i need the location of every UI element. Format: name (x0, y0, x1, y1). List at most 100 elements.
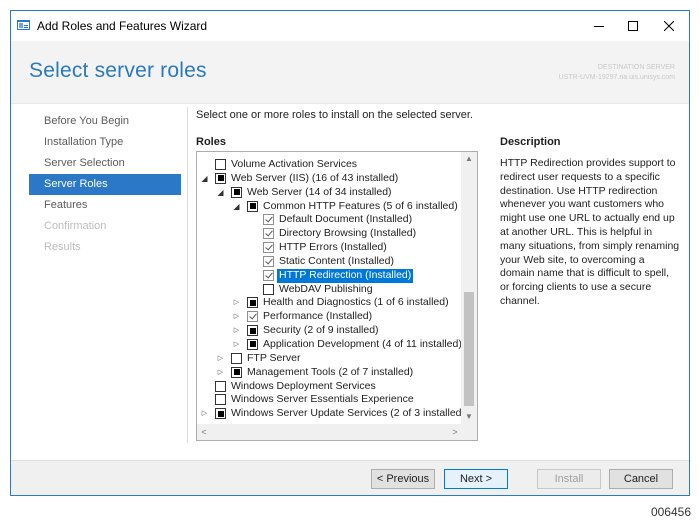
role-checkbox[interactable] (263, 214, 274, 226)
role-row[interactable]: ▷ Health and Diagnostics (1 of 6 installe… (197, 296, 462, 310)
window-title: Add Roles and Features Wizard (37, 19, 208, 33)
expand-arrow-icon[interactable]: ▷ (200, 409, 209, 418)
role-row[interactable]: ▷ Windows Server Update Services (2 of 3 … (197, 407, 462, 421)
close-button[interactable] (647, 11, 691, 41)
role-label[interactable]: Windows Server Essentials Experience (231, 393, 414, 407)
server-manager-icon (17, 20, 30, 30)
roles-heading: Roles (196, 136, 226, 148)
role-label[interactable]: WebDAV Publishing (279, 283, 373, 297)
collapse-arrow-icon[interactable]: ◢ (232, 202, 241, 211)
role-row[interactable]: ▷ Management Tools (2 of 7 installed) (197, 366, 462, 380)
role-label[interactable]: Default Document (Installed) (279, 213, 412, 227)
nav-item-server-roles[interactable]: Server Roles (29, 174, 181, 195)
horizontal-scrollbar[interactable]: < > (197, 424, 462, 440)
title-bar[interactable]: Add Roles and Features Wizard (11, 11, 689, 41)
roles-tree[interactable]: Volume Activation Services ◢ Web Server (I… (196, 151, 478, 441)
expand-arrow-icon[interactable]: ▷ (232, 326, 241, 335)
destination-label: DESTINATION SERVER (597, 64, 675, 71)
role-label[interactable]: Performance (Installed) (263, 310, 372, 324)
collapse-arrow-icon[interactable]: ◢ (200, 174, 209, 183)
role-row[interactable]: Windows Server Essentials Experience (197, 393, 462, 407)
scroll-left-icon[interactable]: < (197, 424, 211, 440)
scroll-right-icon[interactable]: > (448, 424, 462, 440)
role-label[interactable]: Application Development (4 of 11 install… (263, 338, 462, 352)
role-label[interactable]: Volume Activation Services (231, 158, 357, 172)
role-row[interactable]: ◢ Web Server (IIS) (16 of 43 installed) (197, 172, 462, 186)
role-label[interactable]: Security (2 of 9 installed) (263, 324, 379, 338)
role-checkbox[interactable] (263, 255, 274, 267)
role-checkbox[interactable] (231, 366, 242, 378)
expand-arrow-icon[interactable]: ▷ (216, 368, 225, 377)
role-row[interactable]: Volume Activation Services (197, 158, 462, 172)
destination-server-name: USTR-UVM-19297.na.uis.unisys.com (558, 74, 675, 81)
expand-arrow-icon[interactable]: ▷ (232, 298, 241, 307)
role-row[interactable]: WebDAV Publishing (197, 283, 462, 297)
role-row[interactable]: ◢ Web Server (14 of 34 installed) (197, 186, 462, 200)
role-label[interactable]: Web Server (IIS) (16 of 43 installed) (231, 172, 398, 186)
nav-item-confirmation: Confirmation (44, 220, 107, 232)
page-number: 006456 (650, 505, 691, 519)
nav-divider (187, 107, 188, 443)
role-row[interactable]: Static Content (Installed) (197, 255, 462, 269)
nav-item-before-you-begin[interactable]: Before You Begin (29, 111, 181, 132)
nav-item-features[interactable]: Features (29, 195, 181, 216)
role-checkbox[interactable] (263, 283, 274, 295)
expand-arrow-icon[interactable]: ▷ (216, 354, 225, 363)
role-row[interactable]: ▷ Application Development (4 of 11 instal… (197, 338, 462, 352)
role-label[interactable]: Windows Server Update Services (2 of 3 i… (231, 407, 462, 421)
page-title: Select server roles (29, 59, 207, 82)
role-checkbox[interactable] (263, 242, 274, 254)
role-checkbox[interactable] (231, 352, 242, 364)
wizard-window: Add Roles and Features Wizard Select ser… (10, 10, 690, 496)
role-label[interactable]: Static Content (Installed) (279, 255, 394, 269)
instruction-text: Select one or more roles to install on t… (196, 109, 473, 121)
role-checkbox[interactable] (247, 297, 258, 309)
role-checkbox[interactable] (247, 338, 258, 350)
role-row[interactable]: Windows Deployment Services (197, 380, 462, 394)
role-checkbox[interactable] (215, 408, 226, 420)
role-label[interactable]: Windows Deployment Services (231, 380, 376, 394)
scrollbar-thumb[interactable] (464, 292, 474, 406)
role-label[interactable]: Web Server (14 of 34 installed) (247, 186, 392, 200)
role-label[interactable]: HTTP Errors (Installed) (279, 241, 387, 255)
close-icon (664, 21, 674, 31)
role-label[interactable]: Common HTTP Features (5 of 6 installed) (263, 200, 458, 214)
role-checkbox[interactable] (215, 159, 226, 170)
wizard-footer: < Previous Next > Install Cancel (11, 460, 689, 495)
vertical-scrollbar[interactable]: ▲ ▼ (461, 152, 477, 424)
install-button[interactable]: Install (537, 469, 601, 489)
next-button[interactable]: Next > (444, 469, 508, 489)
role-checkbox[interactable] (247, 311, 258, 323)
previous-button[interactable]: < Previous (371, 469, 435, 489)
scroll-down-icon[interactable]: ▼ (461, 410, 477, 424)
role-checkbox[interactable] (215, 394, 226, 406)
role-row[interactable]: ▷ FTP Server (197, 352, 462, 366)
role-checkbox[interactable] (263, 228, 274, 240)
role-checkbox[interactable] (231, 186, 242, 198)
role-row[interactable]: ◢ Common HTTP Features (5 of 6 installed) (197, 200, 462, 214)
scroll-up-icon[interactable]: ▲ (461, 152, 477, 166)
role-label[interactable]: FTP Server (247, 352, 300, 366)
role-row[interactable]: Directory Browsing (Installed) (197, 227, 462, 241)
role-checkbox[interactable] (215, 172, 226, 184)
role-checkbox[interactable] (215, 380, 226, 392)
role-row[interactable]: ▷ Performance (Installed) (197, 310, 462, 324)
role-checkbox[interactable] (247, 325, 258, 337)
role-label[interactable]: Health and Diagnostics (1 of 6 installed… (263, 296, 449, 310)
expand-arrow-icon[interactable]: ▷ (232, 312, 241, 321)
role-label[interactable]: Directory Browsing (Installed) (279, 227, 416, 241)
role-row[interactable]: HTTP Redirection (Installed) (197, 268, 462, 283)
role-row[interactable]: Default Document (Installed) (197, 213, 462, 227)
scroll-corner (461, 424, 477, 440)
expand-arrow-icon[interactable]: ▷ (232, 340, 241, 349)
role-row[interactable]: HTTP Errors (Installed) (197, 241, 462, 255)
cancel-button[interactable]: Cancel (609, 469, 673, 489)
role-checkbox[interactable] (263, 269, 274, 281)
nav-item-server-selection[interactable]: Server Selection (29, 153, 181, 174)
role-checkbox[interactable] (247, 200, 258, 212)
role-label[interactable]: Management Tools (2 of 7 installed) (247, 366, 413, 380)
collapse-arrow-icon[interactable]: ◢ (216, 188, 225, 197)
role-label[interactable]: HTTP Redirection (Installed) (277, 268, 414, 283)
role-row[interactable]: ▷ Security (2 of 9 installed) (197, 324, 462, 338)
nav-item-installation-type[interactable]: Installation Type (29, 132, 181, 153)
